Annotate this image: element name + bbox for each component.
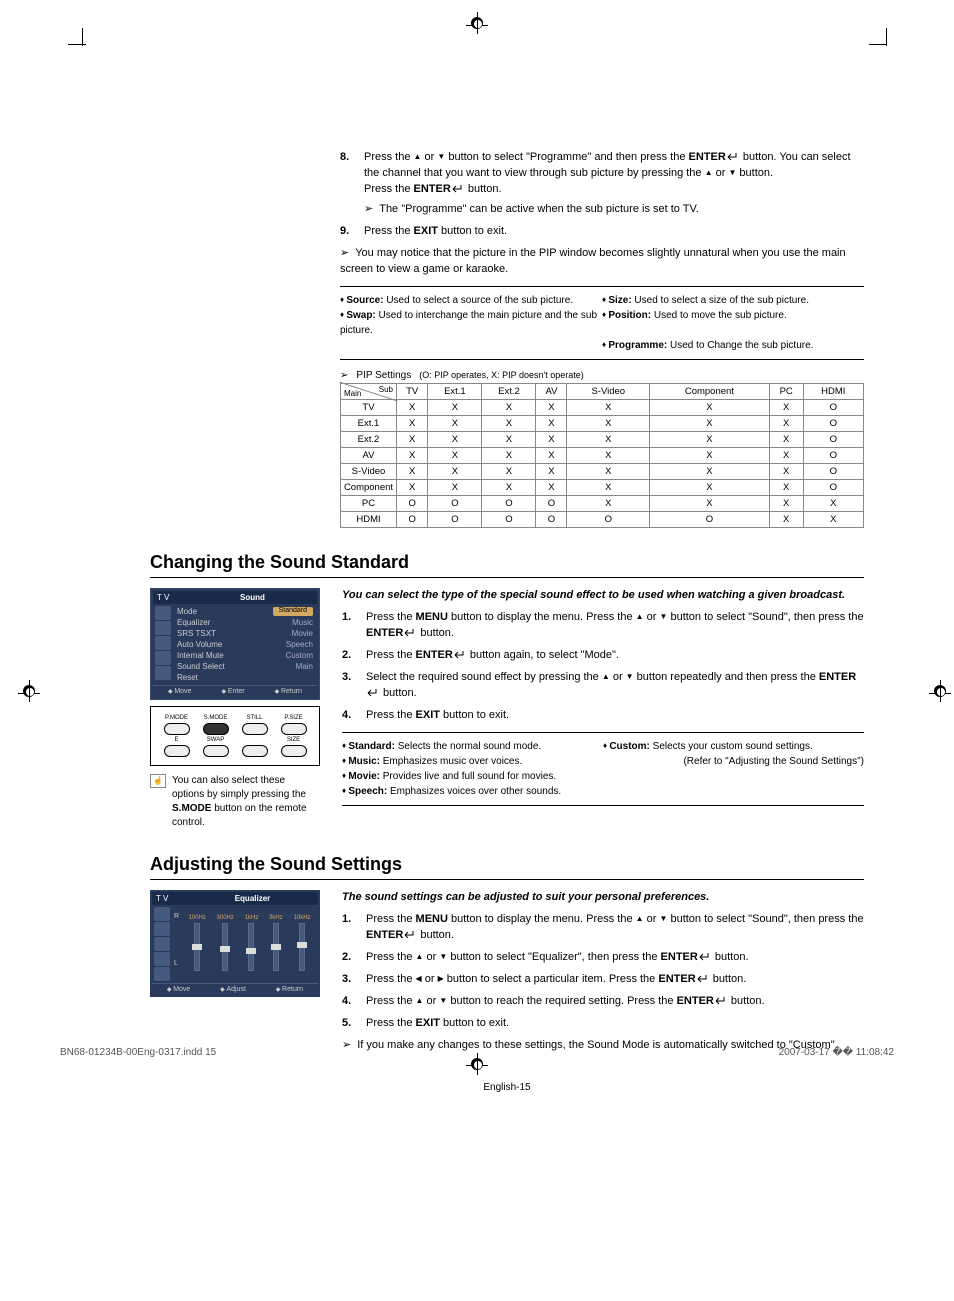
table-row: ComponentXXXXXXXO [341, 479, 864, 495]
table-row: S-VideoXXXXXXXO [341, 463, 864, 479]
step-number: 9. [340, 224, 364, 240]
down-icon [626, 671, 634, 683]
registration-mark-left [18, 680, 40, 705]
section-title-adjust: Adjusting the Sound Settings [150, 854, 864, 880]
up-icon [636, 611, 644, 623]
sound-osd-preview: T VSound ModeStandardEqualizerMusicSRS T… [150, 588, 320, 700]
footer-filename: BN68-01234B-00Eng-0317.indd 15 [60, 1047, 216, 1058]
step: 2.Press the ENTER button again, to selec… [342, 648, 864, 664]
enter-icon [453, 650, 467, 660]
page-number: English-15 [150, 1082, 864, 1093]
eq-slider: 3kHz [269, 915, 283, 971]
up-icon [416, 951, 424, 963]
enter-icon [403, 930, 417, 940]
step: 1.Press the MENU button to display the m… [342, 912, 864, 944]
pip-options-box: Source: Used to select a source of the s… [340, 286, 864, 360]
table-row: AVXXXXXXXO [341, 447, 864, 463]
up-icon [636, 913, 644, 925]
enter-label: ENTER [689, 151, 726, 163]
osd-menu-icon [154, 922, 170, 936]
right-icon [438, 973, 444, 985]
remote-preview: P.MODE S.MODE STILL P.SIZE E SWAP SIZE [150, 706, 320, 766]
step: 5.Press the EXIT button to exit. [342, 1016, 864, 1032]
footer-timestamp: 2007-03-17 �� 11:08:42 [779, 1047, 894, 1058]
enter-icon [696, 974, 710, 984]
enter-icon [698, 952, 712, 962]
osd-menu-icon [154, 937, 170, 951]
sound-intro: You can select the type of the special s… [342, 588, 864, 603]
osd-row: Auto VolumeSpeech [177, 639, 313, 650]
eq-slider: 100Hz [188, 915, 205, 971]
section-title-sound: Changing the Sound Standard [150, 552, 864, 578]
step-8: 8. Press the or button to select "Progra… [340, 150, 864, 218]
table-header: HDMI [803, 383, 863, 399]
osd-menu-icon [154, 952, 170, 966]
down-icon [439, 951, 447, 963]
osd-row: Internal MuteCustom [177, 650, 313, 661]
osd-row: SRS TSXTMovie [177, 628, 313, 639]
table-row: Ext.2XXXXXXXO [341, 431, 864, 447]
pip-note: You may notice that the picture in the P… [340, 246, 864, 278]
enter-icon [366, 688, 380, 698]
table-header: AV [536, 383, 567, 399]
adjust-intro: The sound settings can be adjusted to su… [342, 890, 864, 905]
arrow-icon: ➢ [340, 370, 348, 381]
down-icon [659, 913, 667, 925]
down-icon [659, 611, 667, 623]
up-icon [416, 995, 424, 1007]
crop-mark [68, 44, 86, 45]
step-9: 9. Press the EXIT button to exit. [340, 224, 864, 240]
down-icon [439, 995, 447, 1007]
osd-menu-icon [155, 666, 171, 680]
osd-menu-icon [154, 907, 170, 921]
step: 1.Press the MENU button to display the m… [342, 610, 864, 642]
eq-slider: 1kHz [245, 915, 259, 971]
sound-modes-box: Standard: Selects the normal sound mode.… [342, 732, 864, 806]
enter-icon [714, 996, 728, 1006]
table-header: Ext.2 [482, 383, 536, 399]
osd-menu-icon [155, 651, 171, 665]
pip-compatibility-table: Sub Main TVExt.1Ext.2AVS-VideoComponentP… [340, 383, 864, 528]
registration-mark-top [466, 12, 488, 37]
table-row: HDMIOOOOOOXX [341, 511, 864, 527]
up-icon [705, 167, 713, 179]
tip: ☝ You can also select these options by s… [150, 774, 320, 830]
table-header: S-Video [567, 383, 650, 399]
enter-icon [451, 184, 465, 194]
pip-settings-legend: (O: PIP operates, X: PIP doesn't operate… [419, 370, 583, 380]
equalizer-osd-preview: T VEqualizer RL 100Hz300Hz1k [150, 890, 320, 997]
registration-mark-right [929, 680, 951, 705]
crop-mark [869, 44, 887, 45]
table-row: Ext.1XXXXXXXO [341, 415, 864, 431]
enter-icon [403, 628, 417, 638]
eq-slider: 10kHz [294, 915, 311, 971]
table-header: PC [769, 383, 803, 399]
table-row: PCOOOOXXXX [341, 495, 864, 511]
left-icon [416, 973, 422, 985]
note: The "Programme" can be active when the s… [364, 202, 864, 218]
osd-row: Reset [177, 672, 313, 683]
pip-settings-title: PIP Settings [356, 370, 411, 381]
osd-row: EqualizerMusic [177, 617, 313, 628]
osd-menu-icon [155, 621, 171, 635]
table-header: TV [397, 383, 428, 399]
eq-slider: 300Hz [217, 915, 234, 971]
up-icon [602, 671, 610, 683]
osd-row: ModeStandard [177, 606, 313, 617]
step: 4.Press the EXIT button to exit. [342, 708, 864, 724]
osd-row: Sound SelectMain [177, 661, 313, 672]
step: 3.Select the required sound effect by pr… [342, 670, 864, 702]
step: 4.Press the or button to reach the requi… [342, 994, 864, 1010]
hand-icon: ☝ [150, 774, 166, 788]
osd-menu-icon [155, 636, 171, 650]
osd-menu-icon [154, 967, 170, 981]
step: 3.Press the or button to select a partic… [342, 972, 864, 988]
osd-menu-icon [155, 606, 171, 620]
table-header: Ext.1 [428, 383, 482, 399]
step-number: 8. [340, 150, 364, 218]
table-row: TVXXXXXXXO [341, 399, 864, 415]
enter-icon [726, 152, 740, 162]
step: 2.Press the or button to select "Equaliz… [342, 950, 864, 966]
table-header: Component [650, 383, 770, 399]
